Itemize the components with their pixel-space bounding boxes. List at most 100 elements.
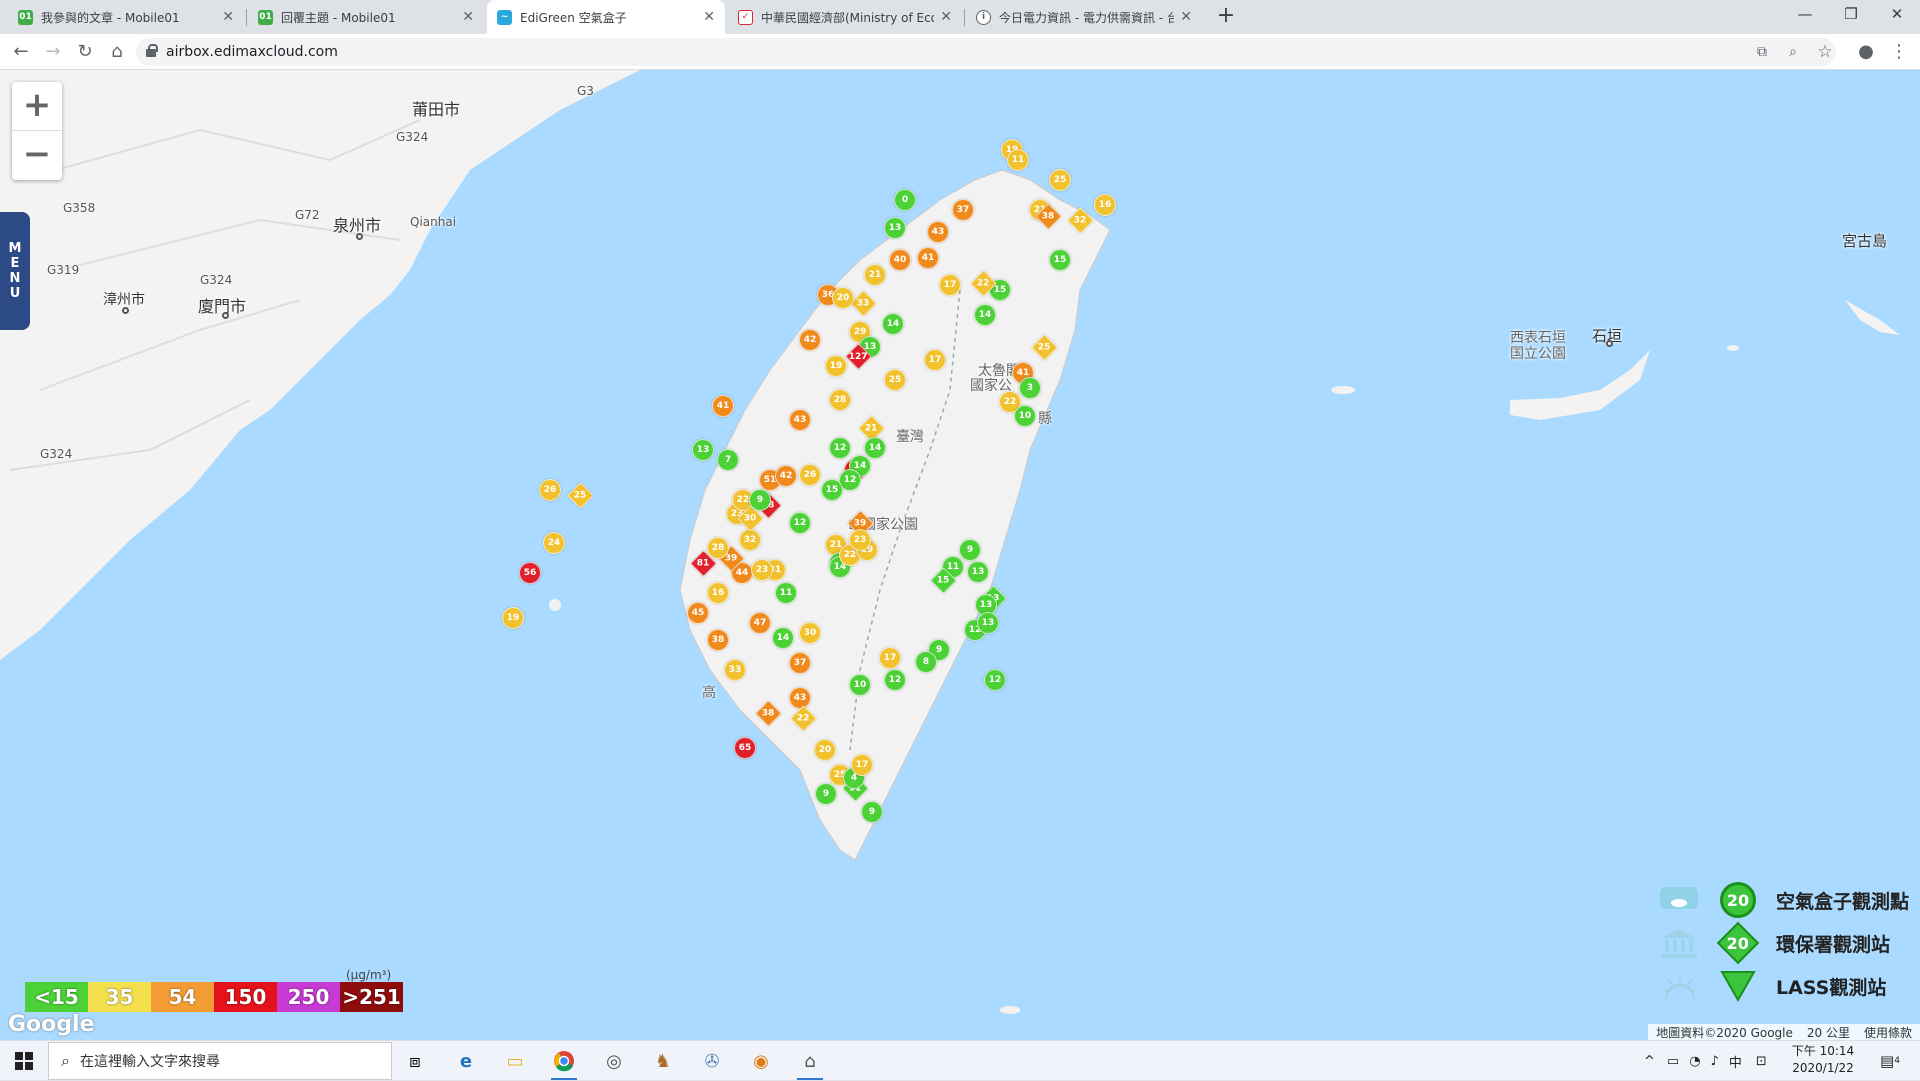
airbox-station-marker[interactable]: 42 bbox=[775, 465, 797, 487]
airbox-station-marker[interactable]: 28 bbox=[707, 537, 729, 559]
airbox-station-marker[interactable]: 9 bbox=[815, 783, 837, 805]
airbox-station-marker[interactable]: 25 bbox=[884, 369, 906, 391]
airbox-station-marker[interactable]: 15 bbox=[1049, 249, 1071, 271]
volume-icon[interactable]: ♪ bbox=[1711, 1054, 1719, 1069]
tab-mobile01-reply[interactable]: 01 回覆主題 - Mobile01 ✕ bbox=[248, 0, 484, 34]
home-icon[interactable]: ⌂ bbox=[104, 40, 130, 64]
chrome-icon[interactable] bbox=[545, 1045, 583, 1080]
close-icon[interactable]: ✕ bbox=[703, 9, 715, 25]
tab-power-info[interactable]: i 今日電力資訊 - 電力供需資訊 - 台 ✕ bbox=[966, 0, 1202, 34]
airbox-station-marker[interactable]: 14 bbox=[772, 627, 794, 649]
airbox-station-marker[interactable]: 26 bbox=[799, 464, 821, 486]
airbox-station-marker[interactable]: 56 bbox=[519, 562, 541, 584]
edge-icon[interactable]: e bbox=[447, 1045, 485, 1077]
airbox-station-marker[interactable]: 19 bbox=[502, 607, 524, 629]
airbox-station-marker[interactable]: 17 bbox=[879, 647, 901, 669]
windows-start-button[interactable] bbox=[0, 1041, 48, 1081]
tab-moea[interactable]: ✓ 中華民國經濟部(Ministry of Econ ✕ bbox=[728, 0, 962, 34]
task-view-icon[interactable]: ⧈ bbox=[396, 1045, 434, 1077]
airbox-station-marker[interactable]: 38 bbox=[707, 629, 729, 651]
airbox-station-marker[interactable]: 43 bbox=[789, 687, 811, 709]
airbox-station-marker[interactable]: 37 bbox=[952, 199, 974, 221]
minimize-icon[interactable]: — bbox=[1782, 0, 1828, 30]
close-icon[interactable]: ✕ bbox=[1180, 9, 1192, 25]
airbox-station-marker[interactable]: 12 bbox=[789, 512, 811, 534]
airbox-station-marker[interactable]: 37 bbox=[789, 652, 811, 674]
airbox-station-marker[interactable]: 45 bbox=[687, 602, 709, 624]
airbox-station-marker[interactable]: 11 bbox=[775, 582, 797, 604]
airbox-station-marker[interactable]: 26 bbox=[539, 479, 561, 501]
more-menu-icon[interactable]: ⋮ bbox=[1888, 41, 1910, 63]
airbox-station-marker[interactable]: 13 bbox=[692, 439, 714, 461]
airbox-station-marker[interactable]: 16 bbox=[707, 582, 729, 604]
airbox-station-marker[interactable]: 23 bbox=[849, 529, 871, 551]
airbox-station-marker[interactable]: 20 bbox=[814, 739, 836, 761]
ime-indicator[interactable]: 中 bbox=[1729, 1052, 1742, 1071]
airbox-station-marker[interactable]: 47 bbox=[749, 612, 771, 634]
close-icon[interactable]: ✕ bbox=[462, 9, 474, 25]
airbox-station-marker[interactable]: 0 bbox=[894, 189, 916, 211]
taskbar-search-box[interactable]: ⌕ 在這裡輸入文字來搜尋 bbox=[48, 1042, 392, 1080]
airbox-station-marker[interactable]: 43 bbox=[789, 409, 811, 431]
airbox-station-marker[interactable]: 17 bbox=[851, 754, 873, 776]
airbox-station-marker[interactable]: 10 bbox=[1014, 405, 1036, 427]
airbox-station-marker[interactable]: 28 bbox=[829, 389, 851, 411]
new-tab-button[interactable]: + bbox=[1213, 4, 1239, 30]
close-window-icon[interactable]: ✕ bbox=[1874, 0, 1920, 30]
input-mode-icon[interactable]: ⊡ bbox=[1756, 1054, 1767, 1069]
airbox-station-marker[interactable]: 17 bbox=[939, 274, 961, 296]
airbox-station-marker[interactable]: 24 bbox=[543, 532, 565, 554]
restore-icon[interactable]: ❐ bbox=[1828, 0, 1874, 30]
airbox-station-marker[interactable]: 10 bbox=[849, 674, 871, 696]
airbox-station-marker[interactable]: 13 bbox=[884, 217, 906, 239]
tab-mobile01-articles[interactable]: 01 我參與的文章 - Mobile01 ✕ bbox=[8, 0, 244, 34]
close-icon[interactable]: ✕ bbox=[940, 9, 952, 25]
airbox-station-marker[interactable]: 20 bbox=[832, 287, 854, 309]
airbox-station-marker[interactable]: 9 bbox=[861, 801, 883, 823]
file-explorer-icon[interactable]: ▭ bbox=[496, 1045, 534, 1077]
tab-edigreen[interactable]: ~ EdiGreen 空氣盒子 ✕ bbox=[487, 0, 725, 34]
satellite-app-icon[interactable]: ✇ bbox=[693, 1045, 731, 1077]
airbox-station-marker[interactable]: 8 bbox=[915, 651, 937, 673]
menu-tab[interactable]: M E N U bbox=[0, 212, 30, 330]
airbox-station-marker[interactable]: 14 bbox=[882, 313, 904, 335]
airbox-station-marker[interactable]: 41 bbox=[712, 395, 734, 417]
profile-icon[interactable]: ● bbox=[1855, 41, 1877, 63]
airbox-station-marker[interactable]: 11 bbox=[1007, 149, 1029, 171]
airbox-station-marker[interactable]: 3 bbox=[1019, 377, 1041, 399]
airbox-station-marker[interactable]: 12 bbox=[884, 669, 906, 691]
close-icon[interactable]: ✕ bbox=[222, 9, 234, 25]
airbox-station-marker[interactable]: 23 bbox=[751, 559, 773, 581]
address-bar[interactable]: airbox.edimaxcloud.com bbox=[136, 38, 1836, 66]
terms-link[interactable]: 使用條款 bbox=[1864, 1024, 1912, 1041]
notification-center-icon[interactable]: ▤ 4 bbox=[1880, 1041, 1900, 1081]
bookmark-star-icon[interactable]: ☆ bbox=[1814, 41, 1836, 63]
back-icon[interactable]: ← bbox=[8, 40, 34, 64]
reload-icon[interactable]: ↻ bbox=[72, 40, 98, 64]
airbox-station-marker[interactable]: 9 bbox=[959, 539, 981, 561]
airbox-station-marker[interactable]: 12 bbox=[984, 669, 1006, 691]
compass-app-icon[interactable]: ◎ bbox=[595, 1045, 633, 1077]
airbox-station-marker[interactable]: 19 bbox=[825, 355, 847, 377]
airbox-station-marker[interactable]: 30 bbox=[799, 622, 821, 644]
airbox-station-marker[interactable]: 42 bbox=[799, 329, 821, 351]
taskbar-clock[interactable]: 下午 10:14 2020/1/22 bbox=[1788, 1043, 1858, 1077]
airbox-station-marker[interactable]: 17 bbox=[924, 349, 946, 371]
airbox-station-marker[interactable]: 41 bbox=[917, 247, 939, 269]
airbox-station-marker[interactable]: 65 bbox=[734, 737, 756, 759]
airbox-station-marker[interactable]: 43 bbox=[927, 221, 949, 243]
forward-icon[interactable]: → bbox=[40, 40, 66, 64]
airbox-station-marker[interactable]: 9 bbox=[749, 489, 771, 511]
map-canvas[interactable]: 莆田市 泉州市 Qianhai 漳州市 廈門市 G3 G324 G358 G72… bbox=[0, 70, 1920, 1040]
airbox-station-marker[interactable]: 25 bbox=[1049, 169, 1071, 191]
airbox-station-marker[interactable]: 14 bbox=[864, 437, 886, 459]
translate-icon[interactable]: ⧉ bbox=[1751, 41, 1773, 63]
chevron-up-icon[interactable]: ^ bbox=[1644, 1054, 1655, 1069]
airbox-station-marker[interactable]: 16 bbox=[1094, 194, 1116, 216]
airbox-station-marker[interactable]: 15 bbox=[821, 479, 843, 501]
zoom-icon[interactable]: ⌕ bbox=[1782, 41, 1804, 63]
airbox-station-marker[interactable]: 7 bbox=[717, 449, 739, 471]
zoom-out-button[interactable]: − bbox=[12, 131, 62, 180]
airbox-station-marker[interactable]: 13 bbox=[967, 561, 989, 583]
airbox-station-marker[interactable]: 13 bbox=[977, 612, 999, 634]
